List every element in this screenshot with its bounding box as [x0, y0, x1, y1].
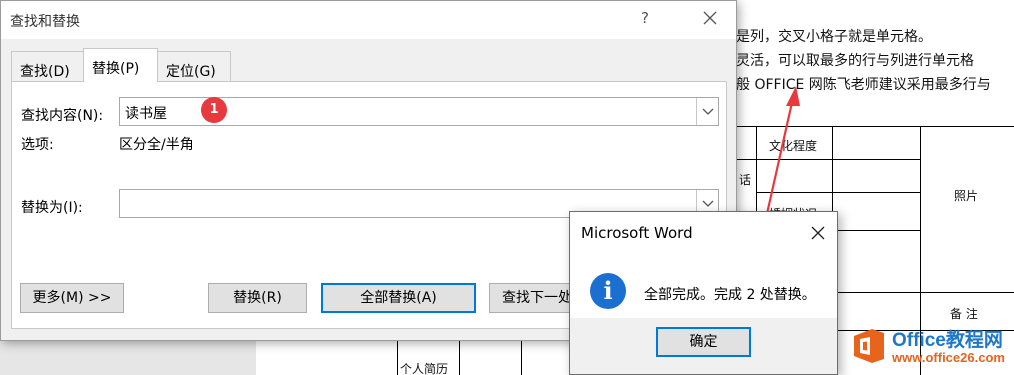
close-icon[interactable]	[809, 224, 827, 242]
info-icon: i	[590, 273, 626, 309]
message-text: 全部完成。完成 2 处替换。	[644, 287, 816, 303]
document-text-line: 般 OFFICE 网陈飞老师建议采用最多行与	[736, 77, 991, 93]
find-what-label: 查找内容(N):	[21, 108, 104, 124]
document-text-line: 是列，交叉小格子就是单元格。	[736, 29, 932, 45]
replace-all-button[interactable]: 全部替换(A)	[321, 283, 476, 313]
help-button[interactable]: ?	[641, 9, 649, 27]
table-rule	[838, 230, 920, 231]
tab-find[interactable]: 查找(D)	[11, 51, 84, 81]
table-cell-photo: 照片	[954, 189, 979, 203]
table-cell-resume: 个人简历	[400, 362, 449, 375]
table-rule	[838, 292, 1014, 293]
replace-with-label: 替换为(I):	[21, 200, 83, 216]
close-icon[interactable]	[698, 6, 722, 30]
dialog-titlebar: 查找和替换 ?	[1, 1, 736, 39]
office-logo-icon	[848, 326, 888, 366]
chevron-down-icon[interactable]	[696, 98, 718, 125]
document-text-line: 灵活，可以取最多的行与列进行单元格	[736, 53, 974, 69]
completion-message-box: Microsoft Word i 全部完成。完成 2 处替换。 确定	[569, 211, 838, 375]
find-what-value[interactable]: 读书屋	[125, 103, 167, 123]
more-button[interactable]: 更多(M) >>	[20, 283, 124, 313]
table-rule	[756, 192, 920, 193]
table-cell-remarks: 备 注	[950, 307, 978, 321]
table-cell-phone: 话	[739, 173, 752, 187]
message-body: i 全部完成。完成 2 处替换。	[570, 254, 837, 318]
ok-button[interactable]: 确定	[656, 327, 751, 357]
table-rule	[736, 126, 1014, 127]
replace-button[interactable]: 替换(R)	[208, 283, 307, 313]
message-titlebar: Microsoft Word	[570, 212, 837, 254]
callout-number-badge: 1	[201, 97, 227, 123]
message-title: Microsoft Word	[581, 224, 693, 242]
site-watermark: Office教程网 www.office26.com	[846, 323, 1012, 373]
table-cell-education: 文化程度	[769, 139, 818, 153]
watermark-brand: Office教程网	[892, 330, 1003, 351]
options-value: 区分全/半角	[119, 137, 194, 153]
options-label: 选项:	[21, 137, 54, 153]
tab-replace[interactable]: 替换(P)	[83, 48, 158, 82]
table-rule	[736, 159, 920, 160]
dialog-title: 查找和替换	[10, 14, 80, 30]
tab-goto[interactable]: 定位(G)	[157, 51, 231, 81]
watermark-url: www.office26.com	[892, 350, 1005, 365]
